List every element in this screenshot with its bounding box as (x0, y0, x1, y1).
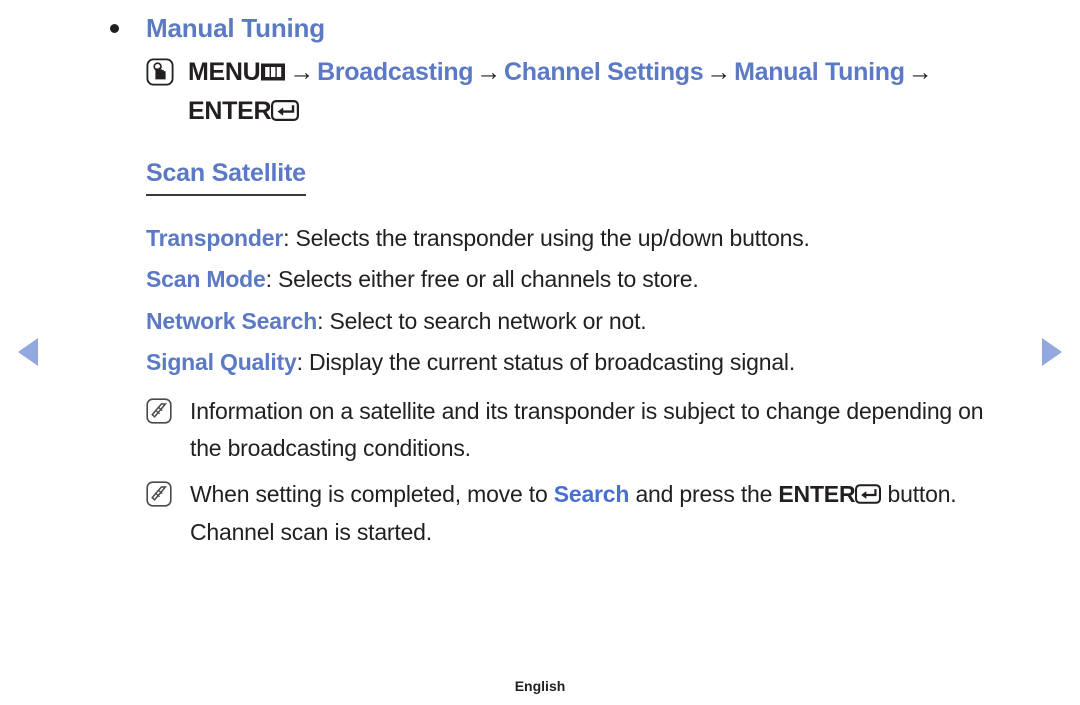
note-row: Information on a satellite and its trans… (146, 393, 1010, 467)
option-description: Select to search network or not. (329, 307, 647, 334)
content-column: Manual Tuning MENU → Broadcasting → Chan… (110, 0, 1010, 560)
breadcrumb-menu-label: MENU (188, 58, 261, 87)
note-row: When setting is completed, move to Searc… (146, 476, 1010, 552)
note-pencil-icon (146, 480, 172, 512)
breadcrumb: MENU → Broadcasting → Channel Settings → Manu… (146, 54, 1010, 131)
note-pencil-icon (146, 398, 172, 429)
page-root: Manual Tuning MENU → Broadcasting → Chan… (0, 0, 1080, 705)
menu-bars-icon (260, 56, 286, 93)
breadcrumb-item-manual-tuning[interactable]: Manual Tuning (734, 58, 905, 86)
note-text-before: When setting is completed, move to (190, 480, 554, 507)
note-text: Information on a satellite and its trans… (190, 397, 984, 461)
breadcrumb-enter-label: ENTER (188, 96, 272, 125)
section-heading-row: Manual Tuning (110, 11, 1010, 45)
note-list: Information on a satellite and its trans… (146, 393, 1010, 551)
breadcrumb-item-channel-settings[interactable]: Channel Settings (504, 58, 704, 86)
option-row-transponder: Transponder: Selects the transponder usi… (146, 218, 1010, 259)
prev-page-arrow-icon[interactable] (18, 338, 38, 366)
option-separator: : (283, 225, 296, 252)
page-title: Manual Tuning (146, 13, 325, 43)
option-separator: : (296, 348, 309, 375)
bullet-dot-icon (110, 24, 119, 33)
option-description: Display the current status of broadcasti… (308, 348, 796, 375)
breadcrumb-arrow-2: → (476, 58, 501, 87)
breadcrumb-item-broadcasting[interactable]: Broadcasting (317, 58, 473, 86)
sub-heading-wrap: Scan Satellite (110, 131, 1010, 197)
enter-return-icon (855, 478, 882, 515)
option-separator: : (317, 307, 330, 334)
breadcrumb-path: MENU → Broadcasting → Channel Settings → Manu… (188, 54, 935, 131)
breadcrumb-arrow-4: → (907, 58, 933, 87)
breadcrumb-arrow-3: → (706, 58, 732, 87)
option-row-network-search: Network Search: Select to search network… (146, 301, 1010, 342)
option-list: Transponder: Selects the transponder usi… (146, 218, 1010, 383)
note-enter-key: ENTER (778, 480, 882, 507)
option-row-scan-mode: Scan Mode: Selects either free or all ch… (146, 259, 1010, 300)
hand-press-icon (146, 58, 174, 91)
option-name: Signal Quality (146, 348, 297, 375)
breadcrumb-arrow-1: → (289, 58, 315, 87)
option-name: Scan Mode (146, 266, 266, 293)
option-description: Selects either free or all channels to s… (278, 266, 699, 293)
note-text: When setting is completed, move to Searc… (190, 476, 990, 552)
enter-return-icon (271, 95, 300, 132)
option-description: Selects the transponder using the up/dow… (295, 225, 810, 252)
option-row-signal-quality: Signal Quality: Display the current stat… (146, 342, 1010, 383)
footer-language: English (514, 678, 566, 694)
sub-heading-scan-satellite: Scan Satellite (146, 159, 306, 197)
breadcrumb-menu-key: MENU (188, 58, 286, 86)
note-enter-label: ENTER (778, 480, 856, 507)
next-page-arrow-icon[interactable] (1042, 338, 1062, 366)
note-text-middle: and press the (629, 480, 779, 507)
breadcrumb-enter-key: ENTER (188, 96, 300, 125)
option-name: Network Search (146, 307, 318, 334)
note-highlight-search: Search (553, 480, 630, 507)
option-name: Transponder (146, 225, 284, 252)
option-separator: : (265, 266, 279, 293)
